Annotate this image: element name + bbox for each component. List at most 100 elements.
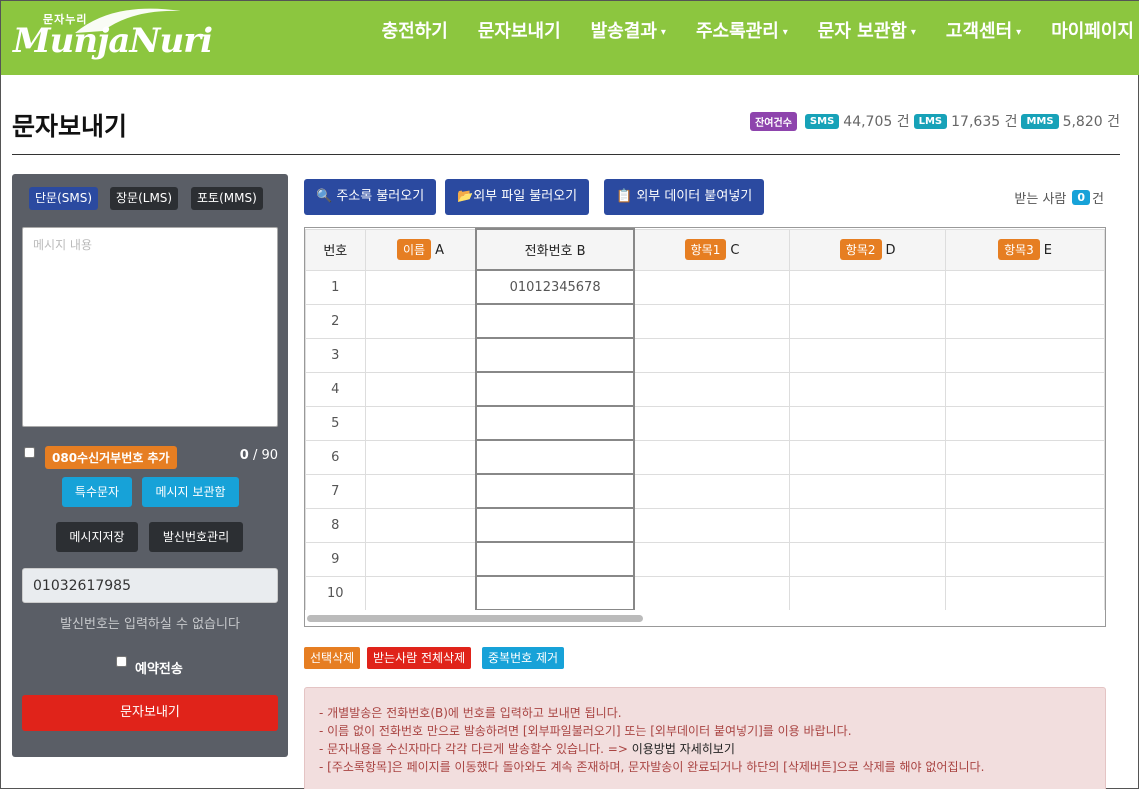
item3-cell[interactable] <box>945 337 1105 373</box>
item1-cell[interactable] <box>633 371 791 407</box>
phone-cell[interactable]: 01012345678 <box>475 269 635 305</box>
special-chars-button[interactable]: 특수문자 <box>62 477 132 507</box>
item3-cell[interactable] <box>945 507 1105 543</box>
item3-cell[interactable] <box>945 371 1105 407</box>
mms-badge: MMS <box>1021 113 1059 129</box>
nav-message-storage[interactable]: 문자 보관함 ▾ <box>818 17 916 43</box>
usage-guide-link[interactable]: 이용방법 자세히보기 <box>632 742 735 756</box>
reserve-checkbox[interactable] <box>116 656 127 667</box>
item3-cell[interactable] <box>945 405 1105 441</box>
item1-cell[interactable] <box>633 269 791 305</box>
balance-summary: 잔여건수 SMS 44,705 건 LMS 17,635 건 MMS 5,820… <box>746 111 1120 131</box>
nav-send-message[interactable]: 문자보내기 <box>478 17 561 43</box>
send-message-button[interactable]: 문자보내기 <box>22 695 278 731</box>
item1-cell[interactable] <box>633 439 791 475</box>
item2-cell[interactable] <box>789 473 947 509</box>
row-number-cell: 4 <box>305 371 366 407</box>
type-mms-button[interactable]: 포토(MMS) <box>191 187 263 210</box>
phone-cell[interactable] <box>475 405 635 441</box>
nav-customer-center[interactable]: 고객센터 ▾ <box>946 17 1021 43</box>
optout-checkbox[interactable] <box>24 447 35 458</box>
message-textarea[interactable]: 메시지 내용 <box>22 227 278 427</box>
type-sms-button[interactable]: 단문(SMS) <box>29 187 99 210</box>
remove-duplicates-button[interactable]: 중복번호 제거 <box>482 647 565 669</box>
item3-cell[interactable] <box>945 439 1105 475</box>
item3-cell[interactable] <box>945 541 1105 577</box>
item2-cell[interactable] <box>789 507 947 543</box>
remaining-badge: 잔여건수 <box>750 111 797 131</box>
name-cell[interactable] <box>364 303 477 339</box>
item3-cell[interactable] <box>945 269 1105 305</box>
nav-address-book[interactable]: 주소록관리 ▾ <box>696 17 788 43</box>
item3-cell[interactable] <box>945 575 1105 611</box>
item2-cell[interactable] <box>789 269 947 305</box>
load-external-file-button[interactable]: 📂외부 파일 불러오기 <box>445 179 590 215</box>
notice-line: - 개별발송은 전화번호(B)에 번호를 입력하고 보내면 됩니다. <box>319 706 622 720</box>
nav-send-results[interactable]: 발송결과 ▾ <box>591 17 666 43</box>
delete-selected-button[interactable]: 선택삭제 <box>304 647 361 669</box>
name-cell[interactable] <box>364 269 477 305</box>
optout-label[interactable]: 080수신거부번호 추가 <box>45 446 177 469</box>
mms-count: 5,820 건 <box>1062 114 1120 130</box>
phone-cell[interactable] <box>475 337 635 373</box>
item2-cell[interactable] <box>789 405 947 441</box>
phone-cell[interactable] <box>475 541 635 577</box>
name-cell[interactable] <box>364 371 477 407</box>
reserve-label[interactable]: 예약전송 <box>135 658 183 677</box>
name-cell[interactable] <box>364 473 477 509</box>
item2-cell[interactable] <box>789 303 947 339</box>
item1-cell[interactable] <box>633 473 791 509</box>
row-number-cell: 6 <box>305 439 366 475</box>
recipient-unit: 건 <box>1092 192 1104 207</box>
brand-logo[interactable]: 문자누리 MunjaNuri <box>13 5 213 65</box>
paste-external-data-button[interactable]: 📋 외부 데이터 붙여넣기 <box>604 179 765 215</box>
item2-cell[interactable] <box>789 337 947 373</box>
item1-cell[interactable] <box>633 541 791 577</box>
table-row: 8 <box>305 507 1105 543</box>
nav-charge[interactable]: 충전하기 <box>382 17 448 43</box>
item2-cell[interactable] <box>789 439 947 475</box>
phone-cell[interactable] <box>475 371 635 407</box>
table-row: 3 <box>305 337 1105 373</box>
item1-cell[interactable] <box>633 303 791 339</box>
col-header-number: 번호 <box>305 228 366 271</box>
phone-cell[interactable] <box>475 303 635 339</box>
scrollbar-thumb[interactable] <box>307 615 643 622</box>
phone-cell[interactable] <box>475 473 635 509</box>
name-cell[interactable] <box>364 575 477 611</box>
name-cell[interactable] <box>364 337 477 373</box>
nav-my-page[interactable]: 마이페이지 <box>1051 17 1134 43</box>
name-cell[interactable] <box>364 541 477 577</box>
save-message-button[interactable]: 메시지저장 <box>56 522 138 552</box>
name-cell[interactable] <box>364 507 477 543</box>
item1-cell[interactable] <box>633 337 791 373</box>
sender-number-field[interactable]: 01032617985 <box>22 568 278 603</box>
item1-cell[interactable] <box>633 575 791 611</box>
delete-all-recipients-button[interactable]: 받는사람 전체삭제 <box>367 647 472 669</box>
col-header-name[interactable]: 이름 A <box>364 228 477 271</box>
col-header-item2[interactable]: 항목2 D <box>789 228 947 271</box>
table-row: 1 01012345678 <box>305 269 1105 305</box>
name-cell[interactable] <box>364 405 477 441</box>
item2-cell[interactable] <box>789 541 947 577</box>
horizontal-scrollbar[interactable] <box>305 610 1105 626</box>
item2-cell[interactable] <box>789 371 947 407</box>
item1-cell[interactable] <box>633 507 791 543</box>
load-address-book-button[interactable]: 🔍 주소록 불러오기 <box>304 179 437 215</box>
sender-number-mgmt-button[interactable]: 발신번호관리 <box>149 522 243 552</box>
item1-cell[interactable] <box>633 405 791 441</box>
item3-cell[interactable] <box>945 473 1105 509</box>
phone-cell[interactable] <box>475 507 635 543</box>
phone-cell[interactable] <box>475 575 635 611</box>
notice-line: - 문자내용을 수신자마다 각각 다르게 발송할수 있습니다. => 이용방법 … <box>319 742 735 756</box>
col-header-item1[interactable]: 항목1 C <box>633 228 791 271</box>
message-storage-button[interactable]: 메시지 보관함 <box>142 477 239 507</box>
item2-cell[interactable] <box>789 575 947 611</box>
col-header-phone[interactable]: 전화번호 B <box>475 228 635 271</box>
phone-cell[interactable] <box>475 439 635 475</box>
col-header-item3[interactable]: 항목3 E <box>945 228 1105 271</box>
item3-cell[interactable] <box>945 303 1105 339</box>
type-lms-button[interactable]: 장문(LMS) <box>110 187 179 210</box>
row-number-cell: 8 <box>305 507 366 543</box>
name-cell[interactable] <box>364 439 477 475</box>
